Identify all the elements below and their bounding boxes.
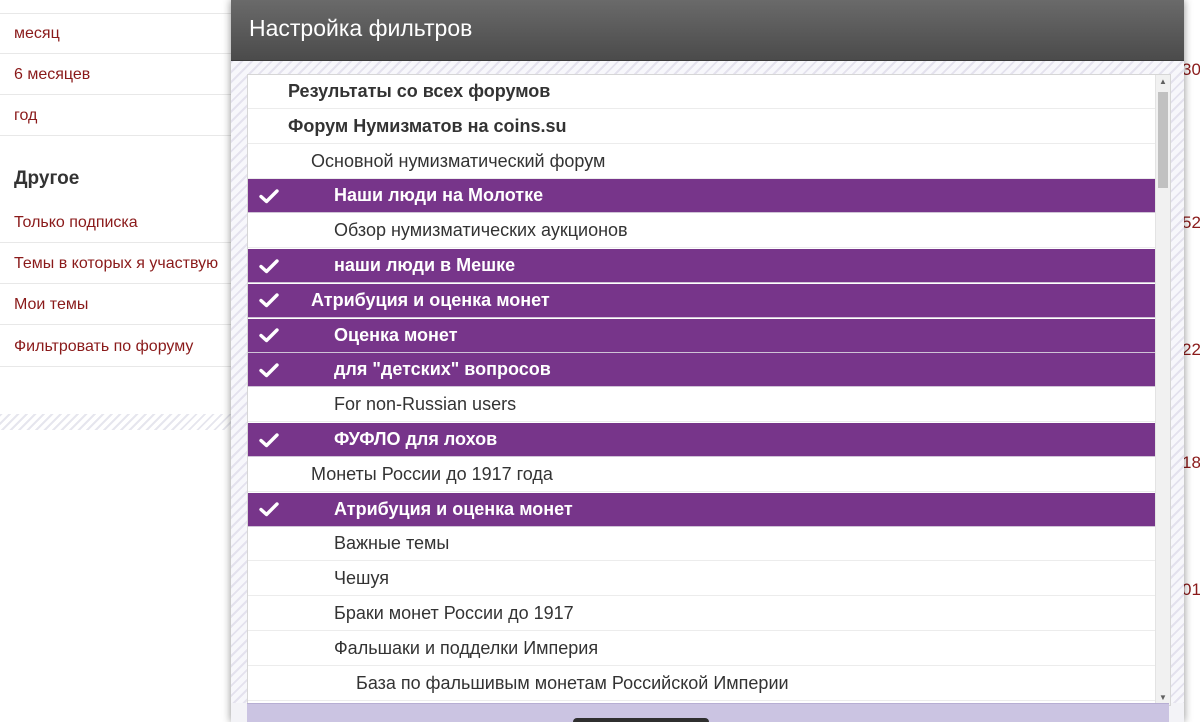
checkmark-icon [258,284,280,317]
sidebar-item-label: 6 месяцев [14,66,91,83]
forum-row-label: База по фальшивым монетам Российской Имп… [356,672,789,693]
forum-row-selected[interactable]: Атрибуция и оценка монет [248,492,1155,527]
forum-row[interactable]: For non-Russian users [248,388,1155,423]
filter-settings-modal: Настройка фильтров Результаты со всех фо… [231,0,1184,722]
scroll-up-icon[interactable]: ▲ [1156,75,1170,89]
forum-row-label: Форум Нумизматов на coins.su [288,115,567,136]
forum-row-label: для "детских" вопросов [334,359,551,380]
forum-row-selected[interactable]: Атрибуция и оценка монет [248,283,1155,318]
forum-row[interactable]: Результаты со всех форумов [248,75,1155,109]
forum-row[interactable]: Фальшаки и подделки Империя [248,632,1155,666]
forum-row-label: Фальшаки и подделки Империя [334,637,599,658]
scrollbar[interactable]: ▲ ▼ [1155,75,1170,705]
apply-button[interactable] [573,718,709,722]
forum-row[interactable]: Браки монет России до 1917 [248,597,1155,631]
sidebar-item-label: Только подписка [14,214,138,231]
background-count: 30 [1182,60,1200,79]
forum-row[interactable]: Важные темы [248,527,1155,562]
modal-title: Настройка фильтров [249,15,473,41]
forum-row-label: Браки монет России до 1917 [334,603,574,623]
sidebar-item-label: Темы в которых я участвую [14,255,219,272]
sidebar-item-filter-by-forum[interactable]: Фильтровать по форуму [0,327,240,367]
sidebar-item-label: Мои темы [14,296,89,313]
forum-row-label: For non-Russian users [334,394,517,415]
checkmark-icon [258,179,280,212]
checkmark-icon [258,493,280,526]
forum-row[interactable]: Форум Нумизматов на coins.su [248,110,1155,144]
sidebar-item-label: Фильтровать по форуму [14,338,194,355]
modal-footer [247,703,1169,722]
background-count: 18 [1182,453,1200,472]
forum-row[interactable]: Монеты России до 1917 года [248,458,1155,492]
sidebar-item-year[interactable]: год [0,96,240,136]
forum-row-label: Основной нумизматический форум [311,150,606,171]
forum-row[interactable]: Чешуя [248,562,1155,597]
checkmark-icon [258,249,280,282]
sidebar-item-label: год [14,107,38,124]
forum-row[interactable]: Основной нумизматический форум [248,145,1155,179]
forum-row-selected[interactable]: наши люди в Мешке [248,249,1155,283]
forum-row-label: Результаты со всех форумов [288,81,551,101]
sidebar-item-month[interactable]: месяц [0,14,240,54]
checkmark-icon [258,319,280,352]
checkmark-icon [258,353,280,386]
background-count: 22 [1182,340,1200,359]
forum-row-label: Атрибуция и оценка монет [311,289,550,310]
forum-row-label: Чешуя [334,568,389,589]
sidebar-item-participating[interactable]: Темы в которых я участвую [0,244,240,284]
forum-row-label: Наши люди на Молотке [334,185,544,206]
forum-row-label: Монеты России до 1917 года [311,463,553,484]
forum-row-label: Атрибуция и оценка монет [334,498,573,519]
forum-row-label: Оценка монет [334,324,458,345]
background-count: 01 [1182,580,1200,599]
modal-body: Результаты со всех форумов Форум Нумизмат… [231,61,1184,706]
forum-row-label: ФУФЛО для лохов [334,429,498,449]
scroll-thumb[interactable] [1158,92,1168,188]
sidebar-heading-other: Другое [14,168,80,189]
forum-row-label: наши люди в Мешке [334,255,516,275]
forum-list[interactable]: Результаты со всех форумов Форум Нумизмат… [247,74,1171,706]
sidebar: месяц 6 месяцев год Другое Только подпис… [0,0,240,430]
forum-row[interactable]: Обзор нумизматических аукционов [248,214,1155,249]
forum-row-selected[interactable]: ФУФЛО для лохов [248,423,1155,457]
forum-row-label: Обзор нумизматических аукционов [334,220,628,241]
forum-row-label: Важные темы [334,533,450,554]
sidebar-hatch-divider [0,414,240,430]
forum-row-selected[interactable]: Наши люди на Молотке [248,179,1155,214]
sidebar-item-6-months[interactable]: 6 месяцев [0,55,240,95]
sidebar-item-my-topics[interactable]: Мои темы [0,285,240,325]
checkmark-icon [258,423,280,456]
modal-header: Настройка фильтров [231,0,1184,61]
forum-row-selected[interactable]: Оценка монет [248,318,1155,353]
sidebar-item-label: месяц [14,25,60,42]
forum-row-selected[interactable]: для "детских" вопросов [248,353,1155,388]
forum-row[interactable]: База по фальшивым монетам Российской Имп… [248,667,1155,701]
sidebar-item-partial[interactable] [0,0,240,14]
sidebar-item-subscriptions[interactable]: Только подписка [0,203,240,243]
background-count: 52 [1182,213,1200,232]
